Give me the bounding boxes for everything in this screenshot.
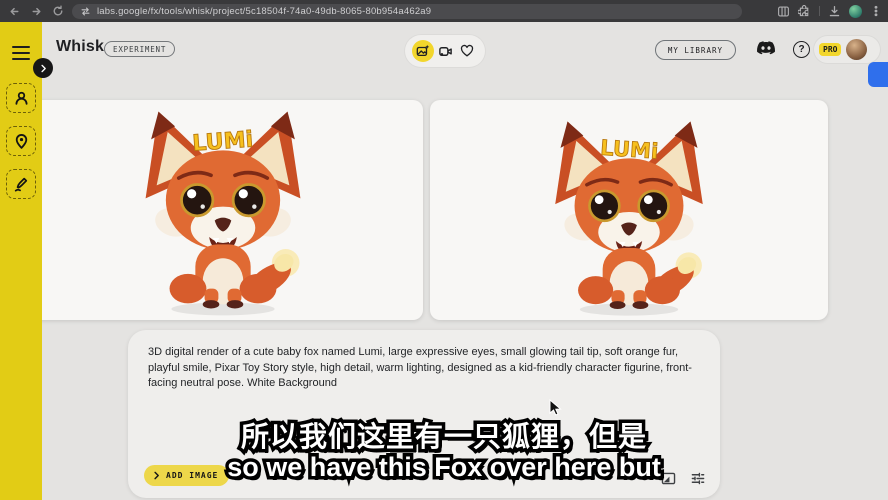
add-image-button[interactable]: ADD IMAGE <box>144 465 229 486</box>
browser-forward-button[interactable] <box>28 3 44 19</box>
site-info-icon <box>80 6 91 17</box>
person-icon <box>13 90 30 107</box>
back-arrow-icon <box>8 5 21 18</box>
lumi-name-overlay: LUMi <box>600 135 660 164</box>
generated-image-card-1[interactable]: LUMi <box>23 100 423 320</box>
prompt-text[interactable]: 3D digital render of a cute baby fox nam… <box>148 345 704 392</box>
browser-toolbar: labs.google/fx/tools/whisk/project/5c185… <box>0 0 888 22</box>
whisk-app: Whisk EXPERIMENT MY LIBRARY ? PRO <box>0 22 888 500</box>
discord-button[interactable] <box>756 41 776 61</box>
browser-menu-icon[interactable] <box>870 5 882 17</box>
mode-video-button[interactable] <box>434 40 456 62</box>
chevron-right-icon <box>152 471 161 480</box>
sidebar <box>0 22 42 500</box>
my-library-button[interactable]: MY LIBRARY <box>655 40 736 60</box>
mouse-cursor <box>549 399 563 417</box>
experiment-badge: EXPERIMENT <box>104 41 175 57</box>
mode-image-button[interactable] <box>412 40 434 62</box>
prompt-toolbar <box>661 471 706 486</box>
question-mark-icon: ? <box>798 44 804 55</box>
style-pen-icon <box>13 176 30 193</box>
fox-illustration: LUMi <box>539 118 719 320</box>
browser-profile-avatar[interactable] <box>849 5 862 18</box>
url-text: labs.google/fx/tools/whisk/project/5c185… <box>97 6 431 17</box>
favorites-button[interactable] <box>456 40 478 62</box>
pro-badge: PRO <box>819 43 841 56</box>
forward-arrow-icon <box>30 5 43 18</box>
aspect-ratio-button[interactable] <box>661 472 676 485</box>
location-pin-icon <box>13 133 30 150</box>
browser-reload-button[interactable] <box>50 3 66 19</box>
settings-tune-button[interactable] <box>690 471 706 486</box>
extensions-puzzle-icon[interactable] <box>798 5 811 18</box>
reload-icon <box>52 5 64 17</box>
prompt-card: 3D digital render of a cute baby fox nam… <box>128 330 720 498</box>
feedback-tab[interactable] <box>868 62 888 87</box>
lumi-name-overlay: LUMi <box>192 126 255 156</box>
fox-illustration: LUMi <box>128 108 318 320</box>
menu-button[interactable] <box>12 46 30 60</box>
browser-back-button[interactable] <box>6 3 22 19</box>
app-header: Whisk EXPERIMENT MY LIBRARY ? PRO <box>42 22 888 80</box>
image-sparkle-icon <box>416 44 430 58</box>
downloads-icon[interactable] <box>828 5 841 18</box>
account-button[interactable]: PRO <box>814 36 880 63</box>
sidebar-item-scene[interactable] <box>6 126 36 156</box>
add-image-label: ADD IMAGE <box>166 471 218 480</box>
help-button[interactable]: ? <box>793 41 810 58</box>
expand-sidebar-button[interactable] <box>33 58 53 78</box>
browser-actions <box>777 5 882 18</box>
mode-switcher <box>405 35 485 67</box>
hamburger-icon <box>12 46 30 48</box>
toolbar-divider <box>819 6 820 16</box>
tab-groups-icon[interactable] <box>777 5 790 18</box>
sidebar-item-style[interactable] <box>6 169 36 199</box>
heart-icon <box>460 44 474 58</box>
url-bar[interactable]: labs.google/fx/tools/whisk/project/5c185… <box>72 4 742 19</box>
generated-image-card-2[interactable]: LUMi <box>430 100 828 320</box>
sidebar-item-subject[interactable] <box>6 83 36 113</box>
discord-icon <box>756 41 776 56</box>
chevron-right-icon <box>39 64 48 73</box>
page-title: Whisk <box>56 38 104 56</box>
user-avatar <box>846 39 867 60</box>
video-camera-plus-icon <box>438 44 453 59</box>
